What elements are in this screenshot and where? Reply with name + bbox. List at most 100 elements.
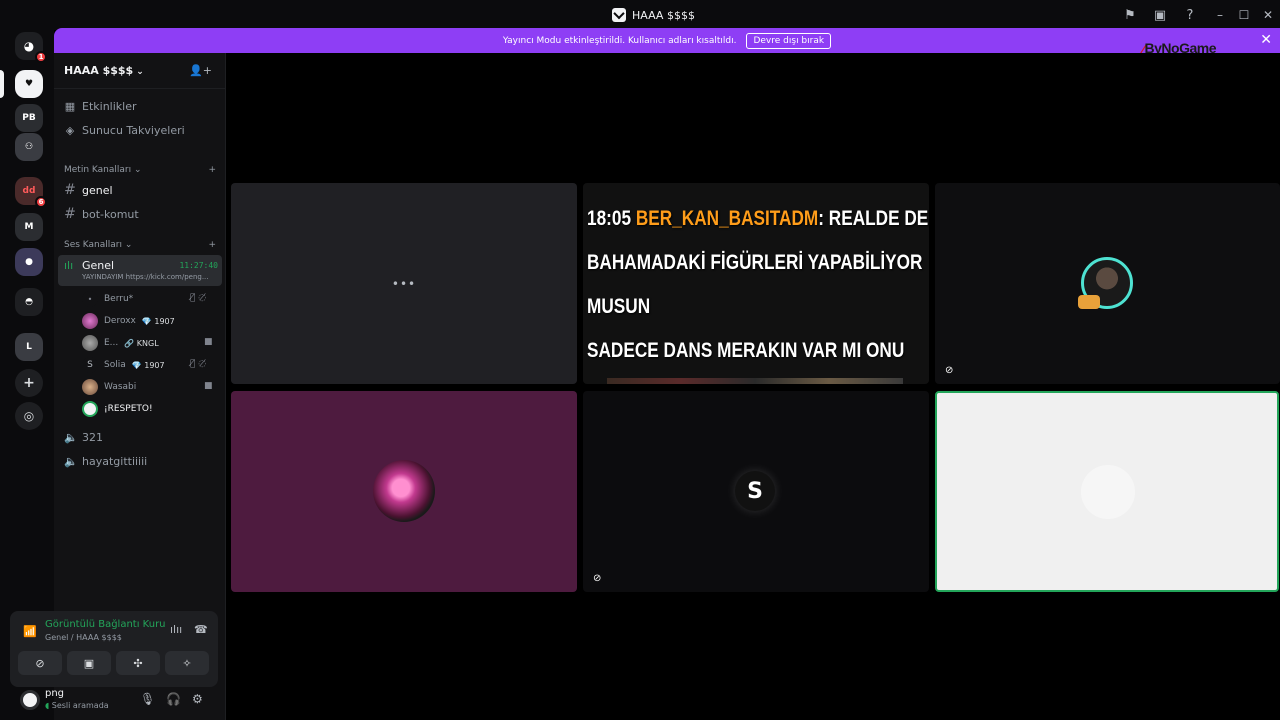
gear-icon[interactable]: ⚙ (192, 692, 203, 706)
screen-share-icon[interactable]: ▣ (1148, 0, 1172, 30)
voice-connection-panel: 📶 Görüntülü Bağlantı Kuru Genel / HAAA $… (10, 611, 218, 687)
avatar-decoration (1078, 295, 1100, 309)
voice-timer: 11:27:40 (179, 261, 218, 270)
text-category-header[interactable]: Metin Kanalları ⌄ + (64, 165, 216, 175)
server-folder2-icon[interactable]: L (15, 333, 43, 361)
minimize-button[interactable]: – (1208, 0, 1232, 30)
video-tile[interactable]: ••• (231, 183, 577, 384)
server-small-icon[interactable]: ◓ (15, 288, 43, 316)
maximize-button[interactable]: ☐ (1232, 0, 1256, 30)
member-name: Solia (104, 360, 126, 370)
headphones-icon[interactable]: 🎧 (166, 692, 181, 706)
voice-channel-321[interactable]: 🔈 321 (64, 431, 103, 444)
calendar-icon: ▦ (64, 100, 76, 113)
user-status: ◖ Sesli aramada (45, 701, 109, 710)
server-pb-icon[interactable]: PB (15, 104, 43, 132)
avatar (82, 335, 98, 351)
discord-home-icon[interactable]: ◕ 1 (15, 32, 47, 63)
events-label: Etkinlikler (82, 100, 137, 113)
member-name: E... (104, 338, 119, 348)
server-name-text: HAAA $$$$ (64, 64, 134, 77)
hash-icon: # (64, 206, 76, 222)
voice-member[interactable]: S Solia 💎 1907 (82, 356, 165, 374)
voice-member[interactable]: Wasabi (82, 378, 136, 396)
add-server-icon[interactable]: + (15, 369, 43, 397)
disconnect-icon[interactable]: ☎ (194, 623, 208, 636)
voice-activity-icon: ılı (64, 259, 74, 272)
server-folder-icon[interactable]: ⚇ (15, 133, 43, 161)
help-icon[interactable]: ? (1178, 0, 1202, 30)
voice-channel-321-label: 321 (82, 431, 103, 444)
noise-suppression-icon[interactable]: ılıı (170, 623, 182, 636)
invite-people-icon[interactable]: 👤+ (189, 64, 212, 77)
camera-off-button[interactable]: ⊘ (18, 651, 62, 675)
signal-icon: 📶 (23, 624, 37, 638)
member-name: ¡RESPETO! (104, 404, 153, 414)
member-name: Berru* (104, 294, 134, 304)
avatar[interactable] (20, 690, 40, 710)
voice-channel-hayatgittiiiii[interactable]: 🔈 hayatgittiiiii (64, 455, 147, 468)
events-link[interactable]: ▦ Etkinlikler (64, 100, 137, 113)
video-tile[interactable] (231, 391, 577, 592)
voice-member[interactable]: • Berru* (82, 290, 133, 308)
disable-streamer-mode-button[interactable]: Devre dışı bırak (746, 32, 832, 49)
speaker-icon: 🔈 (64, 431, 78, 444)
discover-icon[interactable]: ◎ (15, 402, 43, 430)
member-name: Wasabi (104, 382, 137, 392)
chat-time: 18:05 (587, 207, 632, 230)
chat-username: BER_KAN_BASITADM (635, 207, 819, 230)
text-category-label: Metin Kanalları (64, 165, 132, 175)
server-dd-badge: 6 (35, 196, 47, 208)
close-window-button[interactable]: ✕ (1256, 0, 1280, 30)
member-tag: 💎 1907 (131, 360, 165, 370)
server-pb-label: PB (22, 113, 36, 123)
server-avatar-icon[interactable]: ● (15, 248, 43, 276)
title-bar: HAAA $$$$ ⚑ ▣ ? – ☐ ✕ (0, 0, 1280, 30)
server-dd-label: dd (22, 186, 36, 196)
soundboard-button[interactable]: ✧ (165, 651, 209, 675)
deafened-icon: ⊘ (593, 573, 602, 584)
voice-member[interactable]: E... 🔗 KNGL (82, 334, 159, 352)
window-title-text: HAAA $$$$ (632, 8, 695, 22)
add-voice-channel-icon[interactable]: + (208, 240, 216, 250)
screen-share-button[interactable]: ▣ (67, 651, 111, 675)
microphone-icon[interactable]: 🎙 (140, 692, 155, 706)
voice-channel-hayatgittiiiii-label: hayatgittiiiii (82, 455, 148, 468)
channel-bot-komut[interactable]: # bot-komut (64, 206, 139, 222)
boosts-label: Sunucu Takviyeleri (82, 124, 185, 137)
channel-genel-label: genel (82, 183, 113, 197)
avatar (82, 401, 98, 417)
inbox-flag-icon[interactable]: ⚑ (1118, 0, 1142, 30)
voice-category-header[interactable]: Ses Kanalları ⌄ + (64, 240, 216, 250)
voice-category-label: Ses Kanalları (64, 240, 122, 250)
server-m-icon[interactable]: M (15, 213, 43, 241)
add-text-channel-icon[interactable]: + (208, 165, 216, 175)
boost-icon: ◈ (65, 124, 75, 137)
stream-tile[interactable]: 18:05 BER_KAN_BASITADM: REALDE DE BAHAMA… (583, 183, 929, 384)
hash-icon: # (64, 182, 76, 198)
video-tile[interactable]: ⊘ (935, 183, 1280, 384)
server-haaa-icon[interactable]: ♥ (15, 70, 43, 98)
voice-channel-name: Genel (82, 259, 115, 272)
user-status-text: Sesli aramada (51, 701, 109, 710)
voice-member[interactable]: ¡RESPETO! (82, 400, 153, 418)
boosts-link[interactable]: ◈ Sunucu Takviyeleri (64, 124, 185, 137)
member-tag: 🔗 KNGL (124, 338, 159, 348)
video-tile[interactable]: S ⊘ (583, 391, 929, 592)
server-dd-icon[interactable]: dd 6 (15, 177, 47, 208)
channel-genel[interactable]: # genel (64, 182, 113, 198)
chat-line: 18:05 BER_KAN_BASITADM: REALDE DE (587, 197, 929, 241)
avatar: S (82, 357, 98, 373)
app-logo-icon (612, 8, 626, 22)
user-name: png (45, 688, 65, 699)
voice-channel-genel[interactable]: ılı Genel 11:27:40 YAYINDAYIM https://ki… (58, 255, 222, 286)
video-tile-speaking[interactable] (935, 391, 1279, 592)
activities-button[interactable]: ✣ (116, 651, 160, 675)
banner-close-icon[interactable]: ✕ (1260, 32, 1272, 48)
member-name: Deroxx (104, 316, 136, 326)
deafened-icon: ⊘ (945, 365, 954, 376)
server-header[interactable]: HAAA $$$$ ⌄ 👤+ (54, 53, 226, 89)
voice-channel-status: YAYINDAYIM https://kick.com/peng... (82, 273, 209, 281)
chat-message: BAHAMADAKİ FİGÜRLERİ YAPABİLİYOR MUSUN (587, 251, 923, 318)
voice-member[interactable]: Deroxx 💎 1907 (82, 312, 175, 330)
